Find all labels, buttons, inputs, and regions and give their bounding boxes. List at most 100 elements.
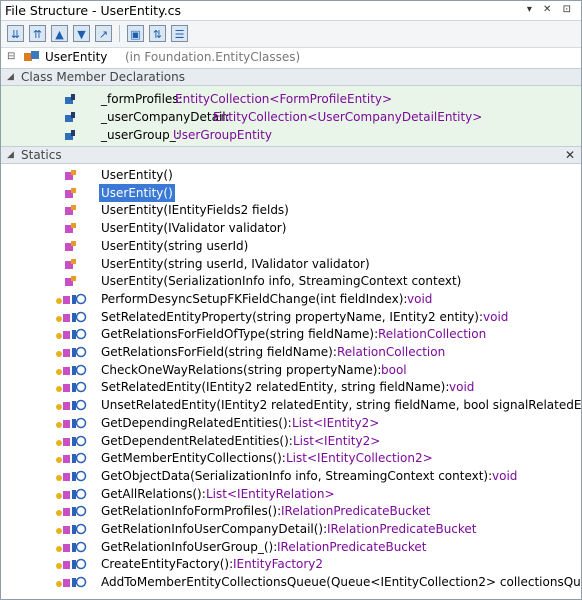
list-item[interactable]: SetRelatedEntityProperty(string property… (1, 308, 581, 326)
member-name: UserEntity(SerializationInfo info, Strea… (101, 274, 462, 289)
member-name: PerformDesyncSetupFKFieldChange(int fiel… (101, 291, 408, 306)
method-icon (56, 364, 87, 375)
method-icon (56, 346, 87, 358)
list-item[interactable]: GetObjectData(SerializationInfo info, St… (1, 467, 581, 485)
settings-icon[interactable]: ☰ (171, 25, 188, 42)
method-icon (56, 559, 87, 570)
list-item[interactable]: PerformDesyncSetupFKFieldChange(int fiel… (1, 290, 581, 308)
collapse-all-icon[interactable]: ⇈ (29, 25, 46, 42)
structure-tree[interactable]: ⊟ UserEntity (in Foundation.EntityClasse… (1, 48, 581, 599)
root-namespace: (in Foundation.EntityClasses) (125, 50, 301, 64)
list-item[interactable]: CreateEntityFactory(): IEntityFactory2 (1, 555, 581, 573)
member-type: EntityCollection<FormProfileEntity> (175, 92, 393, 106)
member-name: GetRelationsForField(string fieldName): (101, 345, 337, 359)
list-item[interactable]: GetMemberEntityCollections(): List<IEntit… (1, 449, 581, 467)
list-item[interactable]: GetRelationInfoUserGroup_(): IRelationPre… (1, 538, 581, 556)
class-members-pane: _formProfiles: EntityCollection<FormProf… (1, 86, 581, 146)
member-name: GetRelationsForFieldOfType(string fieldN… (101, 327, 379, 342)
method-icon (56, 417, 87, 429)
member-type: List<IEntity2> (292, 415, 380, 430)
title-bar-buttons[interactable]: ▾ ✕ ⊡ (527, 4, 575, 15)
go-to-icon[interactable]: ↗ (95, 25, 112, 42)
member-type: void (492, 468, 518, 483)
list-item[interactable]: GetRelationsForFieldOfType(string fieldN… (1, 325, 581, 343)
method-icon (56, 541, 87, 552)
list-item[interactable]: UnsetRelatedEntity(IEntity2 relatedEntit… (1, 396, 581, 414)
list-item[interactable]: UserEntity(IValidator validator) (1, 219, 581, 237)
expand-all-icon[interactable]: ⇊ (7, 25, 24, 42)
member-name: _userGroup_: (101, 128, 180, 142)
list-item[interactable]: SetRelatedEntity(IEntity2 relatedEntity,… (1, 378, 581, 396)
member-type: UserGroupEntity (173, 128, 272, 142)
member-type: List<IEntityCollection2> (286, 451, 433, 466)
member-name: UserEntity(IEntityFields2 fields) (101, 203, 289, 218)
constructor-icon (65, 187, 76, 198)
list-item[interactable]: _userCompanyDetail: EntityCollection<Use… (1, 108, 581, 126)
method-icon (56, 329, 87, 340)
constructor-icon (65, 223, 76, 234)
member-name: SetRelatedEntityProperty(string property… (101, 309, 484, 324)
method-icon (56, 399, 87, 411)
constructor-icon (65, 240, 76, 251)
list-item[interactable]: GetDependentRelatedEntities(): List<IEnti… (1, 432, 581, 450)
method-icon (56, 523, 87, 535)
list-item[interactable]: UserEntity() (1, 166, 581, 184)
group-class-members[interactable]: ◢ Class Member Declarations (1, 68, 581, 86)
move-down-icon[interactable]: ▼ (73, 25, 90, 42)
member-name: GetDependingRelatedEntities(): (101, 415, 292, 430)
toolbar-separator (119, 25, 120, 42)
window-title: File Structure - UserEntity.cs (5, 3, 182, 18)
group-statics[interactable]: ◢ Statics ✕ (1, 146, 581, 164)
member-name: UnsetRelatedEntity(IEntity2 relatedEntit… (101, 398, 581, 413)
list-item[interactable]: UserEntity(IEntityFields2 fields) (1, 201, 581, 219)
move-up-icon[interactable]: ▲ (51, 25, 68, 42)
field-icon (65, 112, 75, 122)
list-item[interactable]: GetDependingRelatedEntities(): List<IEnti… (1, 414, 581, 432)
list-item[interactable]: UserEntity(SerializationInfo info, Strea… (1, 272, 581, 290)
member-type: void (449, 380, 475, 395)
root-name: UserEntity (45, 50, 108, 64)
member-name: _userCompanyDetail: (101, 110, 230, 124)
member-name: GetRelationInfoUserCompanyDetail(): (101, 522, 328, 536)
group-icon[interactable]: ▣ (127, 25, 144, 42)
list-item[interactable]: GetRelationsForField(string fieldName): R… (1, 343, 581, 361)
list-item[interactable]: GetRelationInfoUserCompanyDetail(): IRela… (1, 520, 581, 538)
list-item[interactable]: _userGroup_: UserGroupEntity (1, 126, 581, 144)
member-type: List<IEntityRelation> (206, 486, 335, 501)
member-name: _formProfiles: (101, 92, 183, 106)
file-structure-window: File Structure - UserEntity.cs ▾ ✕ ⊡ ⇊ ⇈… (0, 0, 582, 600)
member-name: UserEntity(IValidator validator) (101, 221, 287, 236)
close-icon[interactable]: ✕ (565, 147, 575, 163)
sort-icon[interactable]: ⇅ (149, 25, 166, 42)
constructor-icon (65, 205, 76, 216)
toolbar: ⇊ ⇈ ▲ ▼ ↗ ▣ ⇅ ☰ (1, 21, 581, 48)
list-item[interactable]: UserEntity(string userId) (1, 237, 581, 255)
member-name: UserEntity() (99, 183, 175, 202)
member-type: RelationCollection (378, 327, 487, 342)
list-item[interactable]: GetRelationInfoFormProfiles(): IRelationP… (1, 502, 581, 520)
method-icon (56, 576, 87, 588)
member-type: IEntityFactory2 (233, 557, 324, 572)
method-icon (56, 506, 87, 517)
field-icon (65, 94, 75, 104)
member-name: GetObjectData(SerializationInfo info, St… (101, 468, 493, 483)
list-item[interactable]: GetAllRelations(): List<IEntityRelation> (1, 485, 581, 503)
expand-triangle-icon[interactable]: ◢ (7, 147, 14, 163)
member-type: RelationCollection (337, 345, 446, 359)
member-name: GetAllRelations(): (101, 486, 206, 501)
collapse-icon[interactable]: ⊟ (7, 48, 15, 66)
group-title: Class Member Declarations (21, 70, 185, 84)
expand-triangle-icon[interactable]: ◢ (7, 69, 14, 85)
member-type: bool (381, 362, 407, 377)
list-item[interactable]: AddToMemberEntityCollectionsQueue(Queue<… (1, 573, 581, 591)
member-name: CreateEntityFactory(): (101, 557, 234, 572)
list-item[interactable]: _formProfiles: EntityCollection<FormProf… (1, 90, 581, 108)
member-name: GetMemberEntityCollections(): (101, 451, 286, 466)
list-item[interactable]: CheckOneWayRelations(string propertyName… (1, 361, 581, 379)
member-name: UserEntity() (101, 168, 173, 182)
title-bar: File Structure - UserEntity.cs ▾ ✕ ⊡ (1, 1, 581, 21)
list-item[interactable]: UserEntity() (1, 183, 581, 202)
list-item[interactable]: UserEntity(string userId, IValidator val… (1, 255, 581, 273)
method-icon (56, 488, 87, 499)
member-name: UserEntity(string userId, IValidator val… (101, 256, 370, 271)
